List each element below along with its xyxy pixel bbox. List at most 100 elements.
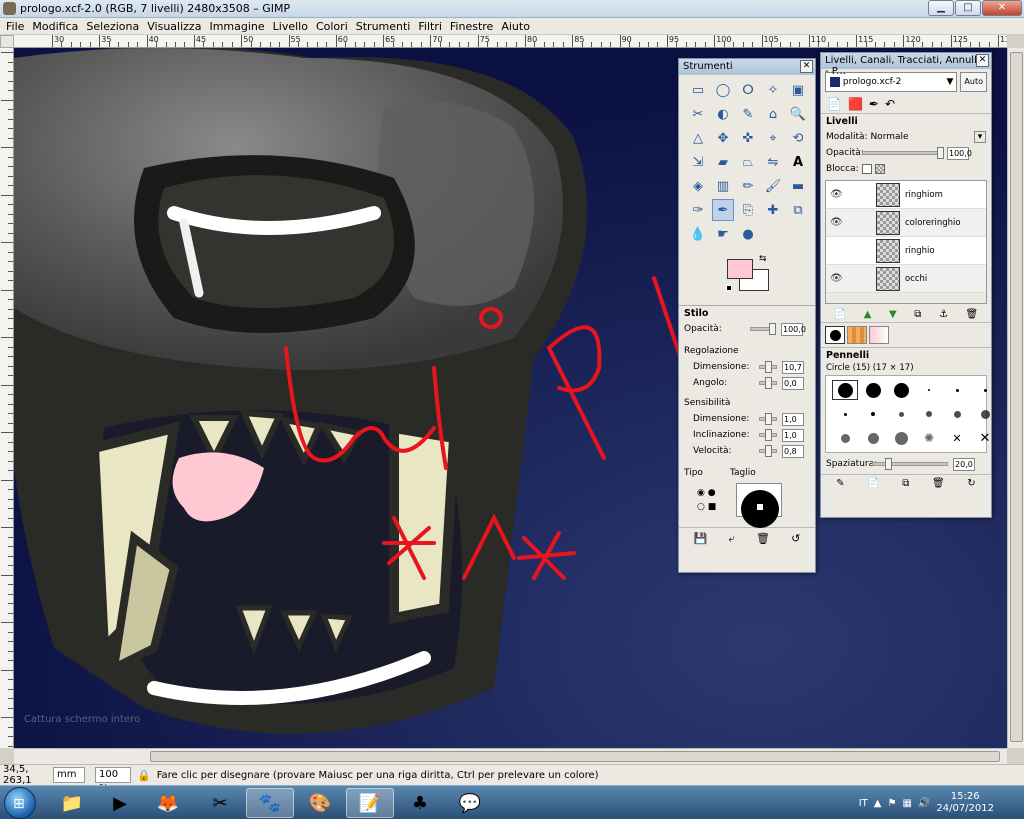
flip-tool-icon[interactable]: ⇋ [762, 151, 784, 173]
paths-tab-icon[interactable]: ✒ [869, 97, 879, 111]
lower-layer-icon[interactable]: ▼ [889, 309, 897, 320]
bucket-fill-tool-icon[interactable]: ◈ [687, 175, 709, 197]
brush-item[interactable] [860, 428, 886, 448]
menu-windows[interactable]: Finestre [448, 18, 499, 34]
refresh-brushes-icon[interactable]: ↻ [967, 478, 975, 489]
paint-icon[interactable]: 🎨 [296, 788, 344, 818]
opacity-slider[interactable] [750, 323, 776, 335]
blur-tool-icon[interactable]: 💧 [687, 223, 709, 245]
spacing-value[interactable]: 20,0 [953, 457, 975, 471]
vertical-scrollbar[interactable] [1007, 48, 1024, 748]
ink-type-circle-radio[interactable]: ◉ ● [697, 486, 716, 500]
messenger-icon[interactable]: 💬 [446, 788, 494, 818]
mode-value[interactable]: Normale [870, 132, 908, 142]
menu-tools[interactable]: Strumenti [354, 18, 417, 34]
language-indicator[interactable]: IT [859, 798, 868, 809]
start-button[interactable]: ⊞ [4, 787, 36, 819]
color-select-tool-icon[interactable]: ▣ [787, 79, 809, 101]
patterns-tab-icon[interactable] [847, 326, 867, 344]
paths-tool-icon[interactable]: ✎ [737, 103, 759, 125]
quick-mask-corner[interactable] [0, 35, 14, 48]
brush-item[interactable] [972, 380, 998, 400]
sens-size-value[interactable]: 1,0 [782, 412, 804, 426]
toolbox-close-icon[interactable]: ✕ [800, 60, 813, 73]
fuzzy-select-tool-icon[interactable]: ✧ [762, 79, 784, 101]
eye-icon[interactable]: 👁 [830, 189, 843, 200]
clone-tool-icon[interactable]: ⎘ [737, 199, 759, 221]
media-player-icon[interactable]: ▶ [96, 788, 144, 818]
brush-item[interactable] [888, 428, 914, 448]
gradients-tab-icon[interactable] [869, 326, 889, 344]
size-slider[interactable] [759, 361, 777, 373]
edit-brush-icon[interactable]: ✎ [836, 478, 844, 489]
color-picker-tool-icon[interactable]: ⌂ [762, 103, 784, 125]
brush-item[interactable] [888, 404, 914, 424]
brush-item[interactable] [832, 404, 858, 424]
volume-icon[interactable]: 🔊 [918, 798, 930, 809]
perspective-clone-tool-icon[interactable]: ⧉ [787, 199, 809, 221]
menu-layer[interactable]: Livello [271, 18, 314, 34]
layer-row[interactable]: ringhio [826, 237, 986, 265]
channels-tab-icon[interactable]: 🟥 [848, 97, 863, 111]
size-value[interactable]: 10,7 [782, 360, 804, 374]
flag-icon[interactable]: ⚑ [887, 798, 896, 809]
align-tool-icon[interactable]: ✜ [737, 127, 759, 149]
menu-image[interactable]: Immagine [207, 18, 270, 34]
brush-item[interactable]: ✕ [972, 428, 998, 448]
layers-tab-icon[interactable]: 📄 [827, 97, 842, 111]
zoom-selector[interactable]: 100 % [95, 767, 131, 794]
brush-item[interactable] [944, 404, 970, 424]
brush-item[interactable] [860, 380, 886, 400]
brush-item[interactable] [832, 428, 858, 448]
games-icon[interactable]: ♣ [396, 788, 444, 818]
duplicate-brush-icon[interactable]: ⧉ [902, 478, 909, 489]
brushes-tab-icon[interactable] [825, 326, 845, 344]
mode-dropdown-icon[interactable]: ▾ [974, 131, 986, 143]
delete-options-icon[interactable]: 🗑 [756, 532, 770, 546]
angle-slider[interactable] [759, 377, 777, 389]
spacing-slider[interactable] [872, 458, 948, 470]
scale-tool-icon[interactable]: ⇲ [687, 151, 709, 173]
brush-item[interactable] [916, 404, 942, 424]
horizontal-scrollbar[interactable] [14, 748, 1007, 764]
default-colors-icon[interactable] [726, 285, 732, 291]
tilt-value[interactable]: 1,0 [782, 428, 804, 442]
unit-selector[interactable]: mm [53, 767, 85, 783]
lock-pixels-checkbox[interactable] [862, 164, 872, 174]
close-button[interactable]: ✕ [982, 0, 1022, 16]
gradient-tool-icon[interactable]: ▥ [712, 175, 734, 197]
layer-row[interactable]: 👁 occhi [826, 265, 986, 293]
minimize-button[interactable]: ▁ [928, 0, 954, 16]
snipping-tool-icon[interactable]: ✂ [196, 788, 244, 818]
ink-shape-editor[interactable] [736, 483, 783, 528]
layers-dock-close-icon[interactable]: ✕ [976, 54, 989, 67]
dodge-burn-tool-icon[interactable]: ● [737, 223, 759, 245]
shear-tool-icon[interactable]: ▰ [712, 151, 734, 173]
paintbrush-tool-icon[interactable]: 🖌 [762, 175, 784, 197]
auto-button[interactable]: Auto [960, 72, 987, 92]
zoom-tool-icon[interactable]: 🔍 [787, 103, 809, 125]
undo-tab-icon[interactable]: ↶ [885, 97, 895, 111]
explorer-icon[interactable]: 📁 [48, 788, 96, 818]
restore-options-icon[interactable]: ⤶ [729, 532, 735, 546]
sens-size-slider[interactable] [759, 413, 777, 425]
rotate-tool-icon[interactable]: ⟲ [787, 127, 809, 149]
raise-layer-icon[interactable]: ▲ [864, 309, 872, 320]
rect-select-tool-icon[interactable]: ▭ [687, 79, 709, 101]
ink-type-square-radio[interactable]: ○ ■ [697, 500, 716, 514]
eraser-tool-icon[interactable]: ▬ [787, 175, 809, 197]
brush-item[interactable] [832, 380, 858, 400]
menu-filters[interactable]: Filtri [416, 18, 448, 34]
brush-item[interactable] [972, 404, 998, 424]
menu-help[interactable]: Aiuto [499, 18, 536, 34]
menu-view[interactable]: Visualizza [145, 18, 207, 34]
firefox-icon[interactable]: 🦊 [144, 788, 192, 818]
brush-item[interactable] [944, 380, 970, 400]
brush-item[interactable] [860, 404, 886, 424]
brush-item[interactable] [888, 380, 914, 400]
move-tool-icon[interactable]: ✥ [712, 127, 734, 149]
text-tool-icon[interactable]: A [787, 151, 809, 173]
angle-value[interactable]: 0,0 [782, 376, 804, 390]
clock[interactable]: 15:26 24/07/2012 [936, 791, 994, 815]
swap-colors-icon[interactable]: ⇆ [759, 254, 767, 264]
